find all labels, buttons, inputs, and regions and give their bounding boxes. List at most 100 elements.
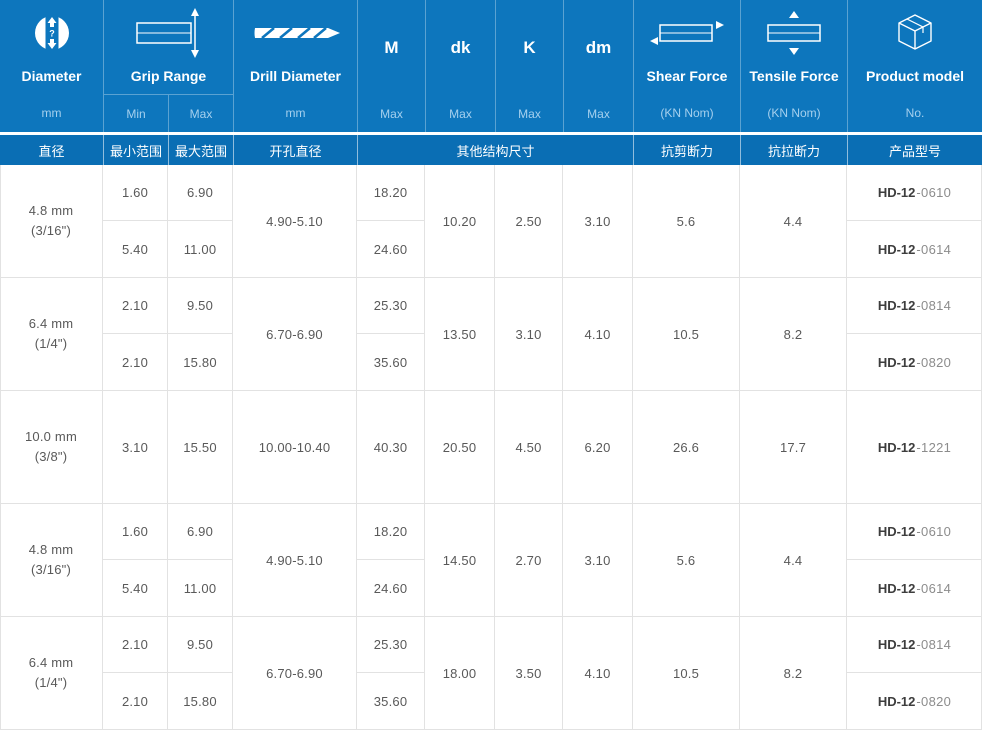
rivet-spec-table: ? Diameter mm Grip Range Min Max bbox=[0, 0, 982, 730]
grip-min-cell: 2.10 bbox=[103, 334, 168, 390]
subheader-diameter: 直径 bbox=[0, 135, 103, 165]
model-prefix: HD-12 bbox=[878, 242, 916, 257]
diameter-cell: 6.4 mm (1/4") bbox=[0, 617, 103, 729]
shear-force-cell: 10.5 bbox=[633, 617, 740, 729]
table-body: 4.8 mm (3/16") 1.60 6.90 4.90-5.10 18.20… bbox=[0, 165, 982, 730]
model-suffix: -0610 bbox=[916, 185, 951, 200]
model-suffix: -0614 bbox=[916, 242, 951, 257]
subheader-tensile: 抗拉断力 bbox=[740, 135, 847, 165]
column-unit-dk: Max bbox=[426, 95, 495, 133]
diameter-icon: ? bbox=[0, 0, 103, 66]
row-group-4.8mm-b: 4.8 mm (3/16") 1.60 6.90 4.90-5.10 18.20… bbox=[0, 504, 982, 617]
shear-force-cell: 10.5 bbox=[633, 278, 740, 390]
diameter-cell: 10.0 mm (3/8") bbox=[0, 391, 103, 503]
row-group-10.0mm: 10.0 mm (3/8") 3.10 15.50 10.00-10.40 40… bbox=[0, 391, 982, 504]
column-title-grip-range: Grip Range bbox=[104, 66, 233, 94]
k-max-cell: 4.50 bbox=[495, 391, 563, 503]
column-header-k: K Max bbox=[495, 0, 563, 133]
subheader-drill: 开孔直径 bbox=[233, 135, 357, 165]
product-model-cell: HD-12-0820 bbox=[847, 334, 982, 390]
m-max-cell: 40.30 bbox=[357, 391, 425, 503]
column-header-m: M Max bbox=[357, 0, 425, 133]
column-title-diameter: Diameter bbox=[0, 66, 103, 94]
column-title-tensile-force: Tensile Force bbox=[741, 66, 847, 94]
dk-max-cell: 13.50 bbox=[425, 278, 495, 390]
grip-min-cell: 3.10 bbox=[103, 391, 168, 503]
subheader-shear: 抗剪断力 bbox=[633, 135, 740, 165]
tensile-force-cell: 8.2 bbox=[740, 617, 847, 729]
dm-max-cell: 6.20 bbox=[563, 391, 633, 503]
grip-max-cell: 6.90 bbox=[168, 504, 233, 560]
column-unit-tensile-force: (KN Nom) bbox=[741, 94, 847, 132]
diameter-mm: 4.8 mm bbox=[29, 201, 74, 221]
model-prefix: HD-12 bbox=[878, 298, 916, 313]
column-title-product-model: Product model bbox=[848, 66, 982, 94]
column-title-drill-diameter: Drill Diameter bbox=[234, 66, 357, 94]
m-max-cell: 25.30 bbox=[357, 617, 425, 673]
grip-max-cell: 6.90 bbox=[168, 165, 233, 221]
column-header-dk: dk Max bbox=[425, 0, 495, 133]
m-max-cell: 35.60 bbox=[357, 334, 425, 390]
m-max-cell: 18.20 bbox=[357, 504, 425, 560]
shear-force-cell: 5.6 bbox=[633, 165, 740, 277]
drill-diameter-cell: 4.90-5.10 bbox=[233, 504, 357, 616]
column-header-diameter: ? Diameter mm bbox=[0, 0, 103, 133]
shear-force-cell: 26.6 bbox=[633, 391, 740, 503]
subheader-product: 产品型号 bbox=[847, 135, 982, 165]
grip-max-cell: 11.00 bbox=[168, 221, 233, 277]
table-subheader-row: 直径 最小范围 最大范围 开孔直径 其他结构尺寸 抗剪断力 抗拉断力 产品型号 bbox=[0, 135, 982, 165]
model-prefix: HD-12 bbox=[878, 185, 916, 200]
m-max-cell: 25.30 bbox=[357, 278, 425, 334]
k-max-cell: 2.50 bbox=[495, 165, 563, 277]
column-unit-dm: Max bbox=[564, 95, 633, 133]
tensile-force-icon bbox=[741, 0, 847, 66]
product-model-cell: HD-12-0614 bbox=[847, 221, 982, 277]
model-suffix: -0610 bbox=[916, 524, 951, 539]
grip-min-cell: 2.10 bbox=[103, 278, 168, 334]
column-unit-drill-diameter: mm bbox=[234, 94, 357, 132]
subheader-other-dimensions: 其他结构尺寸 bbox=[357, 135, 633, 165]
k-max-cell: 2.70 bbox=[495, 504, 563, 616]
grip-minmax-row: Min Max bbox=[104, 94, 233, 133]
column-header-drill-diameter: Drill Diameter mm bbox=[233, 0, 357, 133]
dm-max-cell: 3.10 bbox=[563, 165, 633, 277]
column-header-tensile-force: Tensile Force (KN Nom) bbox=[740, 0, 847, 133]
diameter-cell: 6.4 mm (1/4") bbox=[0, 278, 103, 390]
grip-min-cell: 2.10 bbox=[103, 673, 168, 729]
column-header-grip-range: Grip Range Min Max bbox=[103, 0, 233, 133]
k-max-cell: 3.10 bbox=[495, 278, 563, 390]
grip-max-cell: 15.50 bbox=[168, 391, 233, 503]
table-header-row: ? Diameter mm Grip Range Min Max bbox=[0, 0, 982, 135]
grip-min-cell: 1.60 bbox=[103, 504, 168, 560]
diameter-inch: (3/16") bbox=[31, 560, 71, 580]
model-prefix: HD-12 bbox=[878, 440, 916, 455]
product-model-cell: HD-12-0814 bbox=[847, 278, 982, 334]
grip-min-cell: 2.10 bbox=[103, 617, 168, 673]
row-group-4.8mm-a: 4.8 mm (3/16") 1.60 6.90 4.90-5.10 18.20… bbox=[0, 165, 982, 278]
column-title-m: M bbox=[358, 0, 425, 95]
column-header-shear-force: Shear Force (KN Nom) bbox=[633, 0, 740, 133]
tensile-force-cell: 4.4 bbox=[740, 165, 847, 277]
model-suffix: -1221 bbox=[916, 440, 951, 455]
model-prefix: HD-12 bbox=[878, 581, 916, 596]
column-unit-k: Max bbox=[496, 95, 563, 133]
row-group-6.4mm-b: 6.4 mm (1/4") 2.10 9.50 6.70-6.90 25.30 … bbox=[0, 617, 982, 730]
model-suffix: -0814 bbox=[916, 298, 951, 313]
column-header-dm: dm Max bbox=[563, 0, 633, 133]
svg-text:?: ? bbox=[49, 29, 55, 39]
dm-max-cell: 4.10 bbox=[563, 278, 633, 390]
model-suffix: -0814 bbox=[916, 637, 951, 652]
column-unit-shear-force: (KN Nom) bbox=[634, 94, 740, 132]
diameter-inch: (1/4") bbox=[35, 673, 68, 693]
diameter-cell: 4.8 mm (3/16") bbox=[0, 165, 103, 277]
column-title-dk: dk bbox=[426, 0, 495, 95]
dk-max-cell: 20.50 bbox=[425, 391, 495, 503]
grip-min-cell: 1.60 bbox=[103, 165, 168, 221]
subheader-grip-max: 最大范围 bbox=[168, 135, 233, 165]
drill-bit-icon bbox=[234, 0, 357, 66]
diameter-inch: (3/16") bbox=[31, 221, 71, 241]
dm-max-cell: 4.10 bbox=[563, 617, 633, 729]
m-max-cell: 24.60 bbox=[357, 560, 425, 616]
model-suffix: -0820 bbox=[916, 355, 951, 370]
model-suffix: -0820 bbox=[916, 694, 951, 709]
